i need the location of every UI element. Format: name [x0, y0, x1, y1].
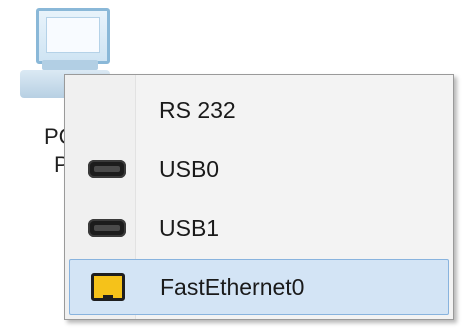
menu-item-rs232[interactable]: RS 232: [69, 83, 449, 137]
pc-screen: [46, 17, 100, 53]
menu-item-icon-slot: [69, 201, 145, 255]
usb-port-icon: [88, 160, 126, 178]
menu-item-usb0[interactable]: USB0: [69, 142, 449, 196]
menu-item-fastethernet0[interactable]: FastEthernet0: [69, 259, 449, 315]
menu-item-label: RS 232: [159, 96, 236, 123]
usb-port-icon: [88, 219, 126, 237]
pc-monitor: [36, 8, 110, 64]
menu-item-label: USB1: [159, 214, 220, 241]
menu-item-usb1[interactable]: USB1: [69, 201, 449, 255]
menu-item-icon-slot: [69, 83, 145, 137]
menu-item-icon-slot: [70, 260, 146, 314]
pc-stand: [42, 60, 98, 70]
port-selection-menu: RS 232 USB0 USB1 FastEthernet0: [64, 74, 454, 320]
menu-item-label: FastEthernet0: [160, 273, 305, 300]
menu-item-label: USB0: [159, 155, 220, 182]
ethernet-port-icon: [91, 273, 125, 301]
menu-item-icon-slot: [69, 142, 145, 196]
